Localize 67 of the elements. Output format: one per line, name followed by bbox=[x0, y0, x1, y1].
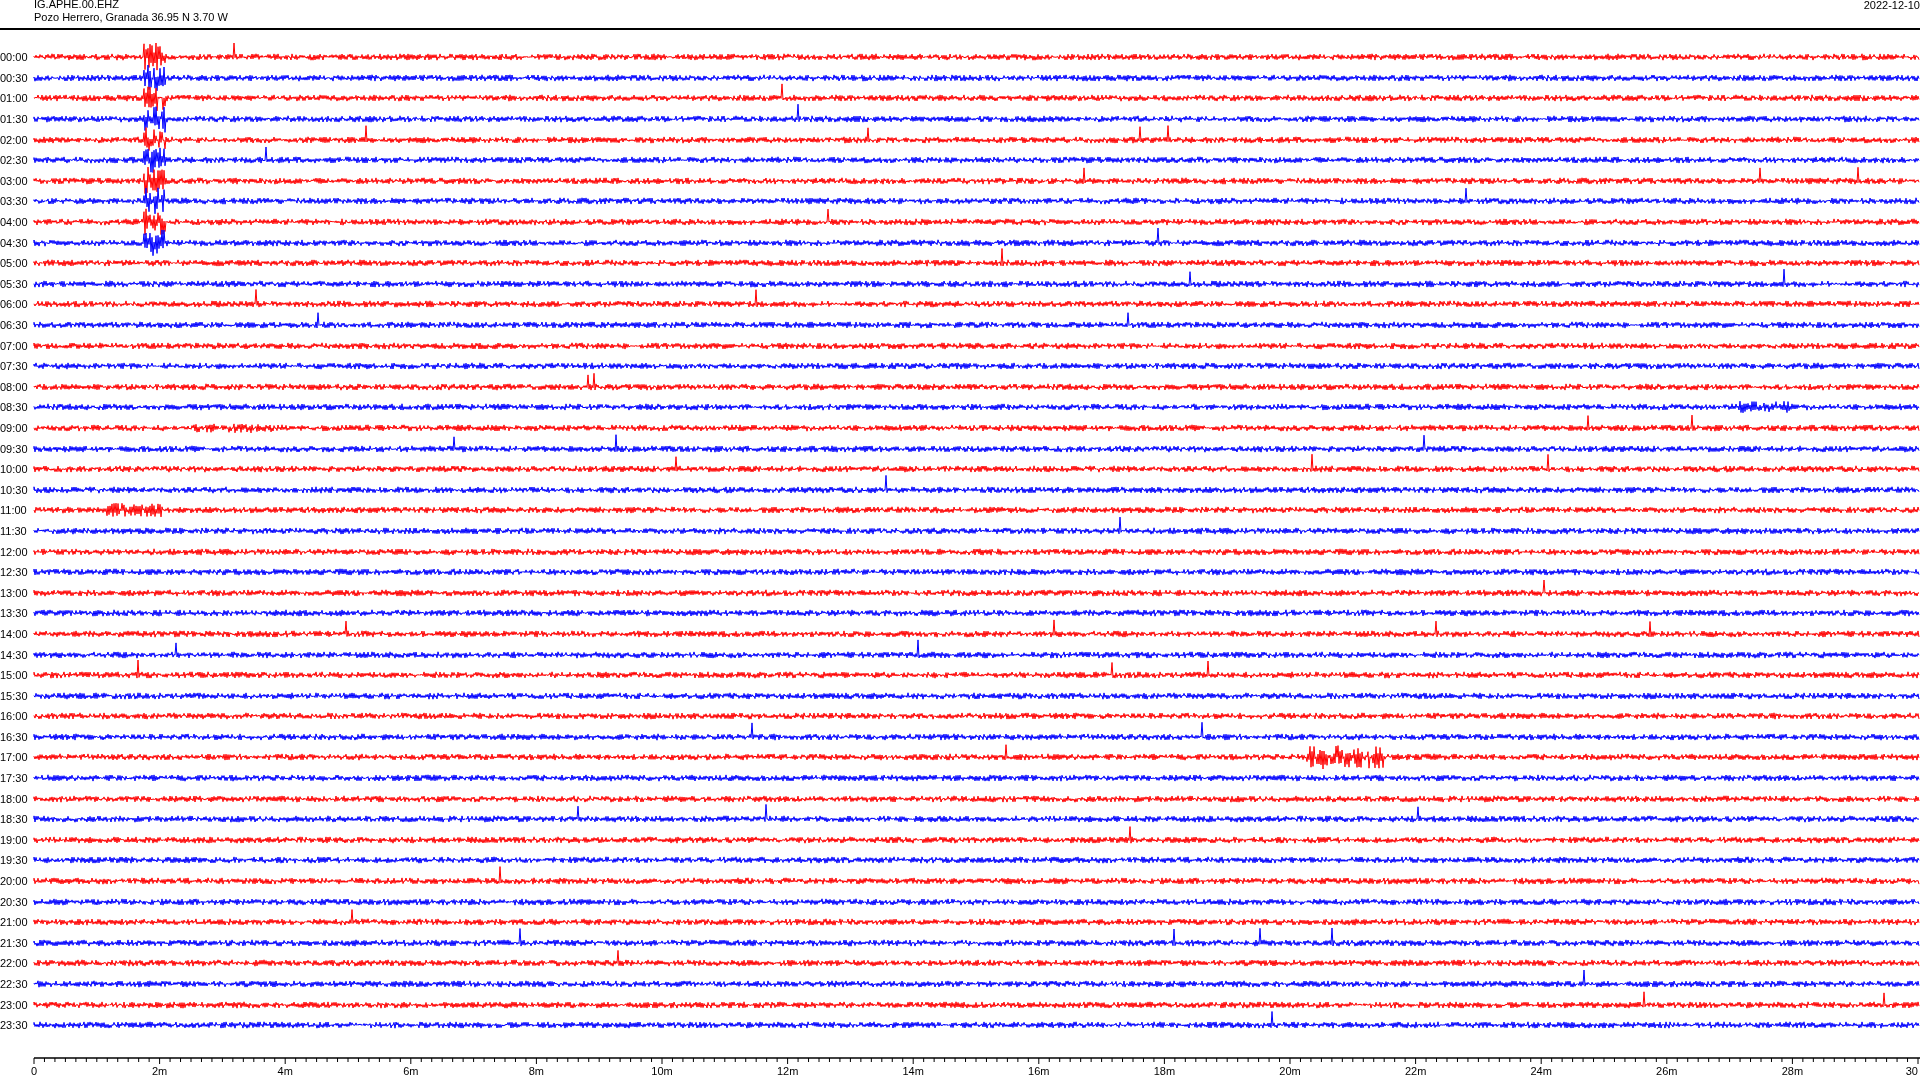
time-label: 19:00 bbox=[0, 833, 29, 846]
axis-label: 24m bbox=[1530, 1064, 1552, 1077]
time-label: 00:00 bbox=[0, 51, 29, 64]
time-label: 11:00 bbox=[0, 504, 28, 517]
axis-label: 28m bbox=[1781, 1064, 1804, 1077]
time-label: 13:30 bbox=[0, 607, 29, 620]
time-label: 07:00 bbox=[0, 339, 29, 352]
time-label: 13:00 bbox=[0, 586, 29, 599]
time-label: 06:00 bbox=[0, 298, 29, 311]
time-label: 04:30 bbox=[0, 236, 29, 249]
axis-label: 30 bbox=[1905, 1064, 1918, 1077]
axis-label: 10m bbox=[651, 1064, 673, 1077]
time-label: 12:30 bbox=[0, 566, 29, 579]
time-label: 16:30 bbox=[0, 730, 29, 743]
time-label: 07:30 bbox=[0, 360, 29, 373]
axis-label: 16m bbox=[1028, 1064, 1050, 1077]
time-label: 12:00 bbox=[0, 545, 29, 558]
time-label: 09:00 bbox=[0, 422, 29, 434]
time-label: 01:30 bbox=[0, 113, 29, 126]
time-label: 02:00 bbox=[0, 133, 29, 146]
time-label: 22:00 bbox=[0, 957, 29, 970]
time-label: 20:00 bbox=[0, 875, 29, 888]
axis-label: 14m bbox=[902, 1064, 924, 1077]
time-label: 17:30 bbox=[0, 772, 29, 785]
time-label: 03:00 bbox=[0, 174, 29, 187]
time-label: 06:30 bbox=[0, 319, 29, 331]
time-label: 04:00 bbox=[0, 216, 29, 229]
time-label: 08:30 bbox=[0, 401, 29, 414]
axis-label: 2m bbox=[151, 1064, 168, 1077]
station-code: IG.APHE.00.EHZ bbox=[34, 0, 120, 11]
time-label: 21:00 bbox=[0, 916, 29, 929]
date-label: 2022-12-10 bbox=[1863, 0, 1920, 13]
time-label: 02:30 bbox=[0, 154, 29, 167]
time-label: 20:30 bbox=[0, 895, 29, 908]
time-label: 05:00 bbox=[0, 257, 29, 270]
time-label: 16:00 bbox=[0, 710, 29, 723]
time-label: 22:30 bbox=[0, 978, 29, 990]
time-label: 10:00 bbox=[0, 463, 29, 476]
time-label: 15:30 bbox=[0, 689, 29, 702]
time-label: 18:00 bbox=[0, 792, 29, 805]
axis-label: 26m bbox=[1656, 1064, 1678, 1077]
time-label: 05:30 bbox=[0, 277, 29, 290]
axis-label: 6m bbox=[403, 1064, 419, 1077]
time-label: 09:30 bbox=[0, 442, 29, 455]
time-label: 18:30 bbox=[0, 813, 29, 826]
time-label: 00:30 bbox=[0, 71, 29, 84]
time-label: 17:00 bbox=[0, 751, 29, 764]
time-label: 23:00 bbox=[0, 998, 29, 1011]
time-label: 19:30 bbox=[0, 854, 29, 867]
time-label: 14:00 bbox=[0, 627, 29, 640]
axis-label: 22m bbox=[1404, 1064, 1427, 1077]
time-label: 08:00 bbox=[0, 380, 29, 393]
time-label: 15:00 bbox=[0, 669, 29, 682]
station-location: Pozo Herrero, Granada 36.95 N 3.70 W bbox=[34, 11, 228, 24]
time-label: 21:30 bbox=[0, 936, 29, 949]
axis-label: 12m bbox=[776, 1064, 799, 1077]
time-label: 23:30 bbox=[0, 1019, 29, 1032]
axis-label: 20m bbox=[1279, 1064, 1301, 1077]
axis-label: 18m bbox=[1153, 1064, 1176, 1077]
time-label: 01:00 bbox=[0, 92, 29, 105]
axis-label: 8m bbox=[528, 1064, 545, 1077]
axis-label: 4m bbox=[277, 1064, 293, 1077]
axis-label: 0 bbox=[30, 1064, 38, 1077]
time-label: 14:30 bbox=[0, 648, 29, 661]
time-label: 03:30 bbox=[0, 195, 29, 208]
time-label: 10:30 bbox=[0, 483, 29, 496]
time-label: 11:30 bbox=[0, 524, 28, 537]
